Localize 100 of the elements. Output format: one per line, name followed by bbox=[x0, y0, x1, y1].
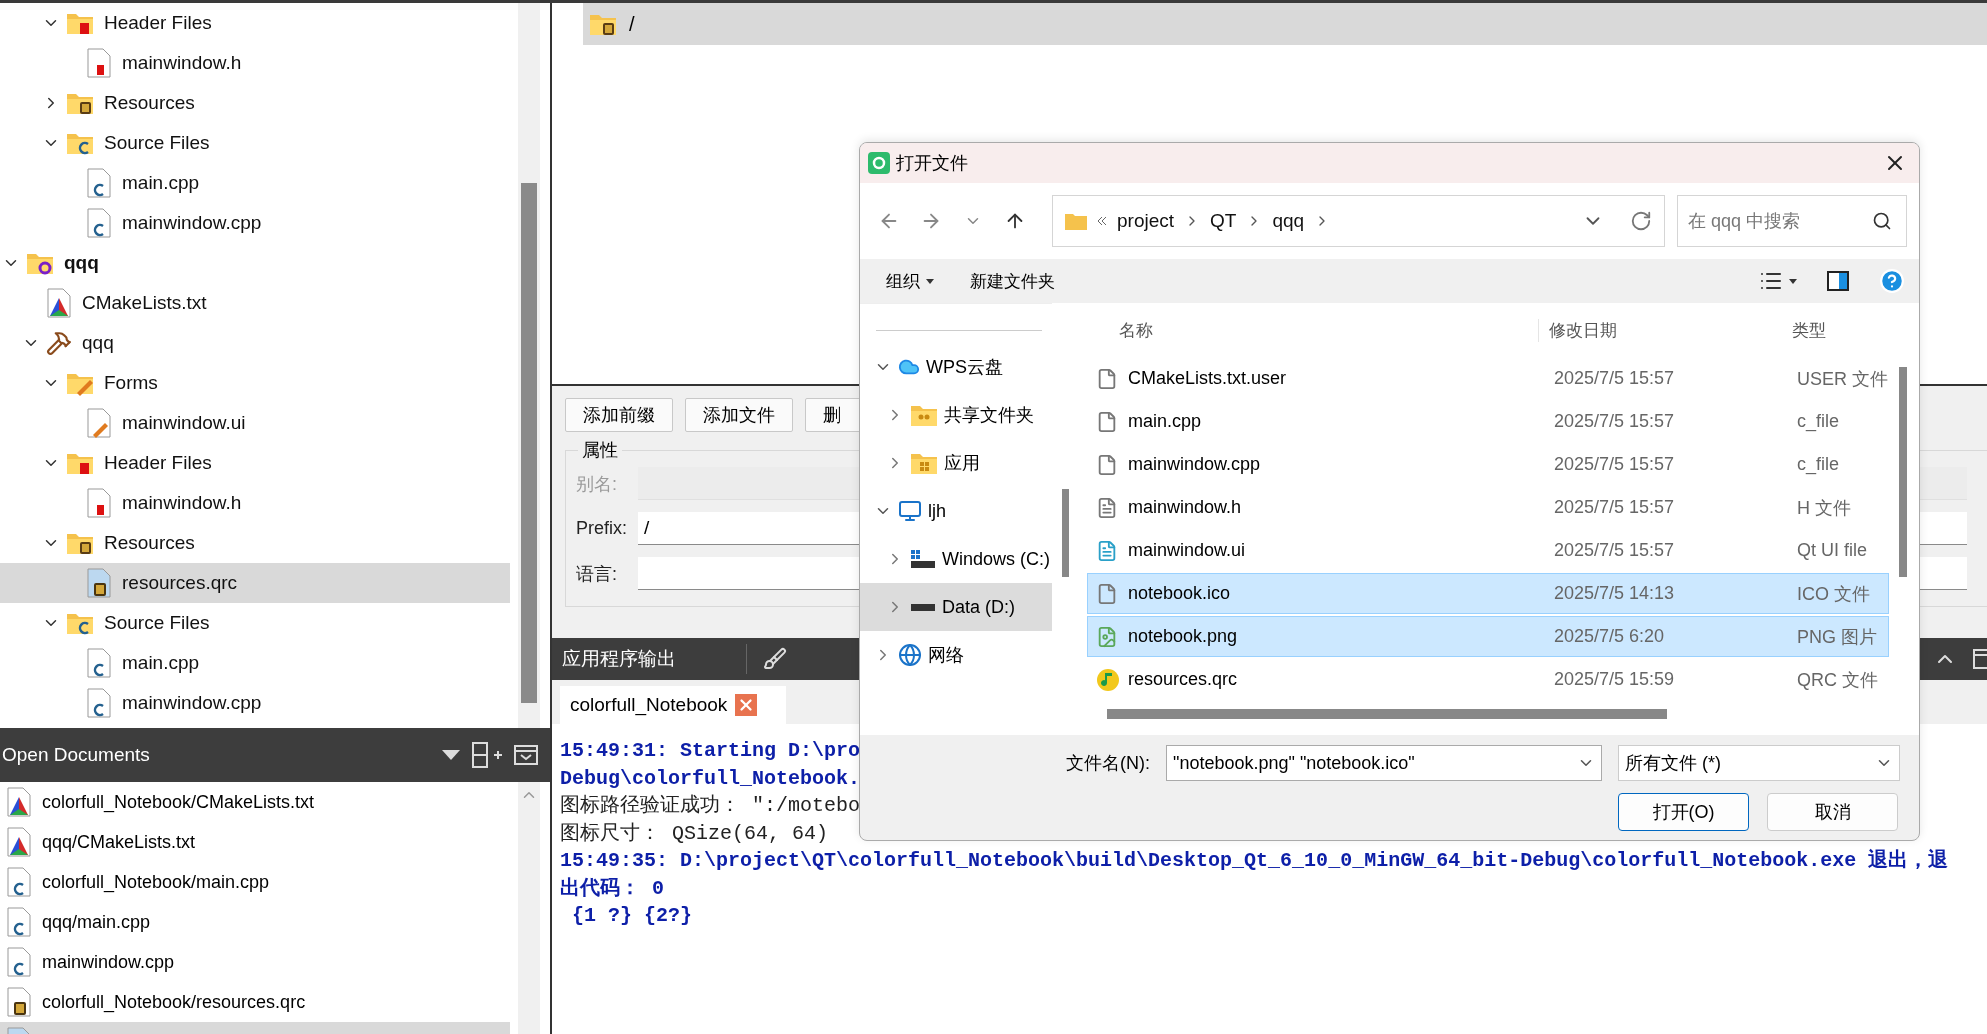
file-icon bbox=[86, 48, 112, 78]
file-row[interactable]: CMakeLists.txt.user 2025/7/5 15:57 USER 文件 bbox=[1087, 358, 1889, 399]
file-icon bbox=[86, 568, 112, 598]
tree-item[interactable]: Forms bbox=[0, 363, 510, 403]
file-row[interactable]: notebook.png 2025/7/5 6:20 PNG 图片 bbox=[1087, 616, 1889, 657]
file-type: c_file bbox=[1797, 454, 1840, 475]
file-row[interactable]: notebook.ico 2025/7/5 14:13 ICO 文件 bbox=[1087, 573, 1889, 614]
output-line: 图标路径验证成功： ":/motebo bbox=[560, 794, 861, 817]
breadcrumb-item[interactable]: qqq bbox=[1272, 210, 1305, 232]
panel-button[interactable]: 添加文件 bbox=[685, 398, 793, 432]
brush-icon[interactable] bbox=[763, 647, 787, 671]
prefix-row[interactable]: / bbox=[583, 3, 1987, 45]
tree-item[interactable]: mainwindow.h bbox=[0, 483, 510, 523]
caret-icon[interactable] bbox=[1789, 278, 1797, 284]
document-item[interactable]: colorfull_Notebook/resources.qrc bbox=[0, 982, 510, 1022]
tree-item[interactable]: Header Files bbox=[0, 3, 510, 43]
search-icon bbox=[1872, 211, 1892, 231]
tree-item[interactable]: qqq bbox=[0, 323, 510, 363]
text-file-icon bbox=[1096, 496, 1118, 519]
file-row[interactable]: mainwindow.cpp 2025/7/5 15:57 c_file bbox=[1087, 444, 1889, 485]
prefix-path: / bbox=[629, 12, 635, 36]
tree-item[interactable]: Source Files bbox=[0, 603, 510, 643]
nav-item[interactable]: Windows (C:) bbox=[860, 535, 1052, 583]
file-date: 2025/7/5 15:57 bbox=[1554, 454, 1676, 475]
nav-item[interactable]: WPS云盘 bbox=[860, 343, 1052, 391]
output-tab[interactable]: colorfull_Notebook bbox=[560, 686, 786, 724]
file-icon bbox=[86, 168, 112, 198]
dialog-button[interactable]: 取消 bbox=[1767, 793, 1898, 831]
tree-item[interactable]: main.cpp bbox=[0, 643, 510, 683]
tree-item[interactable]: Resources bbox=[0, 83, 510, 123]
file-name: resources.qrc bbox=[1128, 669, 1239, 690]
file-icon bbox=[6, 827, 32, 857]
new-folder-button[interactable]: 新建文件夹 bbox=[970, 269, 1055, 293]
column-header[interactable]: 名称 bbox=[1099, 318, 1539, 342]
network-icon bbox=[898, 643, 922, 667]
monitor-icon bbox=[898, 499, 922, 523]
scrollbar[interactable] bbox=[518, 3, 540, 728]
scrollbar[interactable] bbox=[518, 782, 540, 1034]
tree-item[interactable]: Header Files bbox=[0, 443, 510, 483]
column-header[interactable]: 修改日期 bbox=[1539, 318, 1782, 342]
document-item[interactable]: colorfull_Notebook/main.cpp bbox=[0, 862, 510, 902]
breadcrumb-item[interactable]: project bbox=[1117, 210, 1175, 232]
file-name: mainwindow.cpp bbox=[1128, 454, 1262, 475]
panel-button[interactable]: 添加前缀 bbox=[565, 398, 673, 432]
nav-item[interactable]: 共享文件夹 bbox=[860, 391, 1052, 439]
tree-item[interactable]: mainwindow.h bbox=[0, 43, 510, 83]
file-icon bbox=[1096, 410, 1118, 433]
file-type-select[interactable]: 所有文件 (*) bbox=[1618, 745, 1900, 781]
tree-item[interactable]: main.cpp bbox=[0, 163, 510, 203]
file-icon bbox=[6, 947, 32, 977]
tree-item[interactable]: CMakeLists.txt bbox=[0, 283, 510, 323]
document-item[interactable]: colorfull_Notebook/CMakeLists.txt bbox=[0, 782, 510, 822]
output-line: Debug\colorfull_Notebook. bbox=[560, 766, 861, 790]
file-row[interactable]: resources.qrc 2025/7/5 15:59 QRC 文件 bbox=[1087, 659, 1889, 700]
file-date: 2025/7/5 15:57 bbox=[1554, 411, 1676, 432]
dropdown-icon[interactable] bbox=[442, 750, 460, 760]
nav-item[interactable]: 应用 bbox=[860, 439, 1052, 487]
caret-icon[interactable] bbox=[926, 278, 934, 284]
close-panel-icon[interactable] bbox=[1973, 648, 1987, 670]
tree-item[interactable]: mainwindow.cpp bbox=[0, 683, 510, 723]
file-icon bbox=[86, 208, 112, 238]
refresh-icon[interactable] bbox=[1630, 210, 1652, 232]
overflow-icon[interactable] bbox=[1097, 216, 1107, 226]
address-bar[interactable]: project QT qqq bbox=[1052, 195, 1665, 247]
column-header[interactable]: 类型 bbox=[1782, 318, 1919, 342]
tree-item[interactable]: Resources bbox=[0, 523, 510, 563]
dialog-button[interactable]: 打开(O) bbox=[1618, 793, 1749, 831]
file-icon bbox=[86, 688, 112, 718]
organize-menu[interactable]: 组织 bbox=[886, 269, 934, 293]
document-item[interactable]: qqq/CMakeLists.txt bbox=[0, 822, 510, 862]
file-icon bbox=[46, 288, 72, 318]
preview-pane-icon[interactable] bbox=[1827, 271, 1849, 291]
file-icon bbox=[1096, 582, 1118, 605]
tree-item[interactable]: resources.qrc bbox=[0, 563, 510, 603]
close-panel-icon[interactable] bbox=[514, 744, 538, 766]
nav-item[interactable]: 网络 bbox=[860, 631, 1052, 679]
breadcrumb-item[interactable]: QT bbox=[1210, 210, 1237, 232]
help-icon[interactable] bbox=[1879, 268, 1905, 294]
file-date: 2025/7/5 6:20 bbox=[1554, 626, 1666, 647]
tree-item[interactable]: Source Files bbox=[0, 123, 510, 163]
group-title: 属性 bbox=[578, 438, 622, 462]
filename-field[interactable]: "notebook.png" "notebook.ico" bbox=[1166, 745, 1602, 781]
tree-item[interactable]: qqq bbox=[0, 243, 510, 283]
document-item[interactable]: mainwindow.cpp bbox=[0, 942, 510, 982]
output-line: 出代码： 0 bbox=[560, 876, 664, 900]
tree-item[interactable]: mainwindow.cpp bbox=[0, 203, 510, 243]
file-row[interactable]: mainwindow.ui 2025/7/5 15:57 Qt UI file bbox=[1087, 530, 1889, 571]
document-item[interactable]: qqq/main.cpp bbox=[0, 902, 510, 942]
file-name: mainwindow.h bbox=[1128, 497, 1243, 518]
file-row[interactable]: main.cpp 2025/7/5 15:57 c_file bbox=[1087, 401, 1889, 442]
file-row[interactable]: mainwindow.h 2025/7/5 15:57 H 文件 bbox=[1087, 487, 1889, 528]
split-icon[interactable] bbox=[472, 742, 502, 768]
file-name: notebook.png bbox=[1128, 626, 1239, 647]
search-field[interactable]: 在 qqq 中搜索 bbox=[1677, 195, 1907, 247]
file-date: 2025/7/5 15:59 bbox=[1554, 669, 1676, 690]
file-icon bbox=[6, 787, 32, 817]
file-icon bbox=[1096, 453, 1118, 476]
nav-item[interactable]: ljh bbox=[860, 487, 1052, 535]
tree-item[interactable]: mainwindow.ui bbox=[0, 403, 510, 443]
nav-item[interactable]: Data (D:) bbox=[860, 583, 1052, 631]
